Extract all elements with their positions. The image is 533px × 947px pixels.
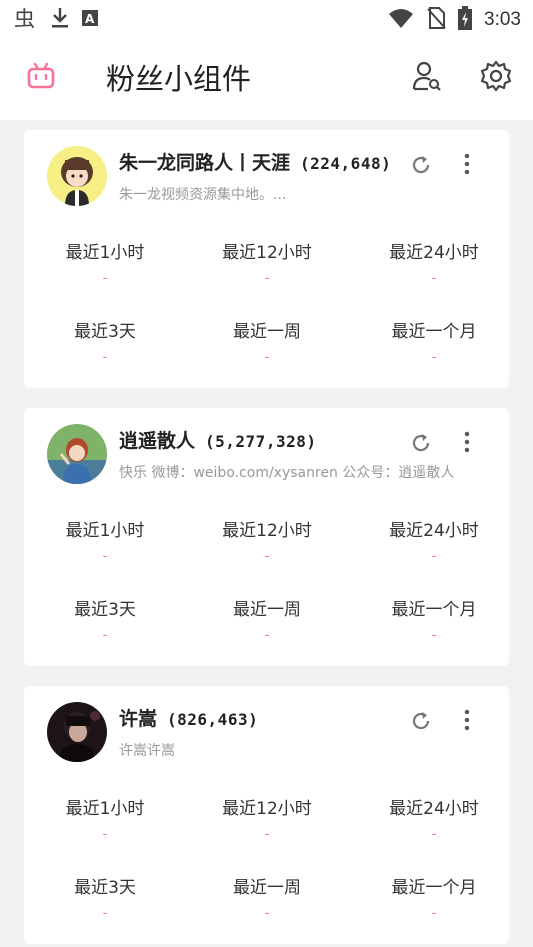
fan-card[interactable]: 逍遥散人 (5,277,328) 快乐 微博：weibo.com/xysanre… (24, 408, 509, 666)
battery-charging-icon (458, 6, 473, 34)
channel-description: 快乐 微博：weibo.com/xysanren 公众号：逍遥散人 (119, 465, 455, 481)
channel-name: 逍遥散人 (119, 430, 196, 452)
wifi-icon (388, 7, 414, 33)
refresh-icon[interactable] (410, 154, 432, 180)
stat-value: - (431, 549, 437, 564)
stat-label: 最近一个月 (391, 600, 477, 620)
channel-description: 许嵩许嵩 (119, 743, 175, 759)
stat-value: - (102, 906, 108, 921)
more-vert-icon[interactable] (462, 430, 472, 458)
bilibili-tv-icon (26, 62, 56, 96)
stat-3d: 最近3天 - (25, 317, 185, 365)
stat-1h: 最近1小时 - (25, 238, 185, 286)
stat-24h: 最近24小时 - (354, 238, 514, 286)
stat-label: 最近3天 (74, 322, 136, 342)
stat-value: - (264, 271, 270, 286)
stat-label: 最近一周 (233, 878, 301, 898)
stat-value: - (431, 827, 437, 842)
refresh-icon[interactable] (410, 710, 432, 736)
stat-12h: 最近12小时 - (187, 238, 347, 286)
download-icon (50, 6, 70, 34)
stat-value: - (102, 827, 108, 842)
fan-card[interactable]: 朱一龙同路人丨天涯 (224,648) 朱一龙视频资源集中地。... 最近1小时… (24, 130, 509, 388)
stat-3d: 最近3天 - (25, 595, 185, 643)
settings-gear-icon[interactable] (480, 60, 512, 96)
stat-12h: 最近12小时 - (187, 516, 347, 564)
stat-label: 最近12小时 (222, 243, 312, 263)
stat-value: - (102, 628, 108, 643)
stat-label: 最近24小时 (389, 799, 479, 819)
stat-value: - (431, 350, 437, 365)
page-title: 粉丝小组件 (106, 62, 252, 96)
stat-value: - (264, 906, 270, 921)
stat-value: - (102, 549, 108, 564)
stat-value: - (264, 827, 270, 842)
stat-1w: 最近一周 - (187, 873, 347, 921)
stat-24h: 最近24小时 - (354, 516, 514, 564)
channel-name: 许嵩 (119, 708, 158, 730)
stat-1m: 最近一个月 - (354, 317, 514, 365)
status-time: 3:03 (484, 9, 521, 30)
svg-text:虫: 虫 (14, 7, 35, 30)
refresh-icon[interactable] (410, 432, 432, 458)
stat-1w: 最近一周 - (187, 595, 347, 643)
stat-value: - (264, 350, 270, 365)
stat-label: 最近1小时 (65, 799, 145, 819)
stat-label: 最近24小时 (389, 521, 479, 541)
stat-value: - (431, 271, 437, 286)
app-bar: 粉丝小组件 (0, 36, 533, 120)
stat-label: 最近一个月 (391, 322, 477, 342)
fan-count: (224,648) (300, 154, 392, 173)
no-sim-icon (426, 6, 446, 34)
stat-3d: 最近3天 - (25, 873, 185, 921)
stat-value: - (102, 271, 108, 286)
stat-value: - (102, 350, 108, 365)
stat-1h: 最近1小时 - (25, 794, 185, 842)
stat-label: 最近12小时 (222, 521, 312, 541)
stat-1m: 最近一个月 - (354, 595, 514, 643)
fan-count: (5,277,328) (205, 432, 317, 451)
avatar (47, 146, 107, 206)
stat-label: 最近3天 (74, 600, 136, 620)
fan-count: (826,463) (167, 710, 259, 729)
stat-value: - (264, 628, 270, 643)
more-vert-icon[interactable] (462, 708, 472, 736)
a-box-icon: A (80, 6, 100, 34)
fan-card[interactable]: 许嵩 (826,463) 许嵩许嵩 最近1小时 - 最近12小时 - 最近24小… (24, 686, 509, 944)
status-bar: 虫 A 3:03 (0, 0, 533, 36)
avatar (47, 702, 107, 762)
stat-label: 最近一周 (233, 322, 301, 342)
stat-value: - (431, 906, 437, 921)
stat-value: - (431, 628, 437, 643)
stat-24h: 最近24小时 - (354, 794, 514, 842)
channel-description: 朱一龙视频资源集中地。... (119, 187, 287, 203)
stat-label: 最近一个月 (391, 878, 477, 898)
user-search-icon[interactable] (412, 60, 442, 96)
stat-label: 最近1小时 (65, 521, 145, 541)
stat-value: - (264, 549, 270, 564)
channel-name: 朱一龙同路人丨天涯 (119, 152, 291, 174)
bug-icon: 虫 (14, 6, 40, 34)
more-vert-icon[interactable] (462, 152, 472, 180)
stat-label: 最近一周 (233, 600, 301, 620)
avatar (47, 424, 107, 484)
stat-1h: 最近1小时 - (25, 516, 185, 564)
stat-label: 最近12小时 (222, 799, 312, 819)
stat-label: 最近3天 (74, 878, 136, 898)
svg-text:A: A (85, 12, 95, 26)
stat-label: 最近24小时 (389, 243, 479, 263)
stat-1w: 最近一周 - (187, 317, 347, 365)
stat-label: 最近1小时 (65, 243, 145, 263)
stat-12h: 最近12小时 - (187, 794, 347, 842)
stat-1m: 最近一个月 - (354, 873, 514, 921)
